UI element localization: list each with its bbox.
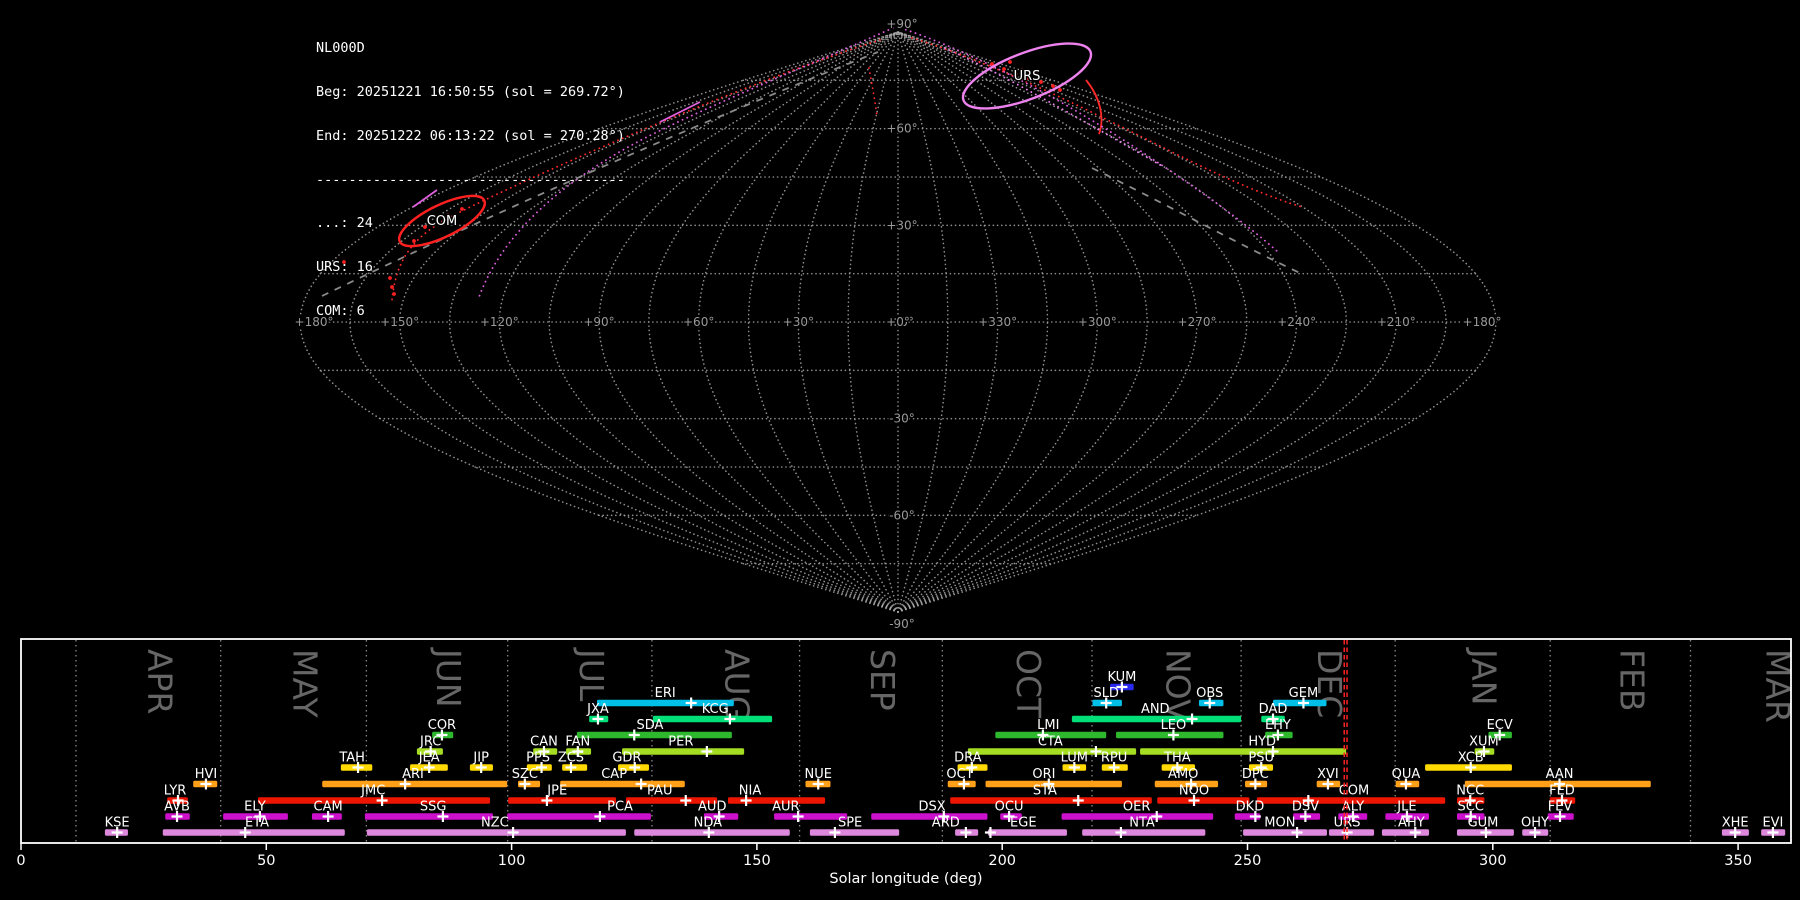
shower-peak-cross-ard [960, 827, 972, 838]
observation-info: NL000D Beg: 20251221 16:50:55 (sol = 269… [316, 12, 625, 348]
map-lon-label: +180° [1463, 315, 1502, 329]
shower-ellipse-label-urs: URS [1014, 69, 1041, 84]
shower-peak-cross-per [701, 746, 713, 757]
map-lon-label: +60° [683, 315, 714, 329]
separator-line: -------------------------------------- [316, 171, 625, 188]
x-tick-label: 150 [743, 853, 771, 869]
month-label: FEB [1612, 649, 1651, 711]
month-label: OCT [1009, 649, 1048, 719]
month-label: JUL [572, 647, 611, 702]
month-label: JUN [429, 647, 468, 708]
shower-label-nia: NIA [739, 784, 762, 799]
shower-peak-cross-eri [685, 697, 697, 709]
x-tick-label: 300 [1479, 853, 1507, 869]
shower-label-sda: SDA [636, 718, 663, 733]
meteor-dot [1051, 84, 1055, 88]
shower-peak-cross-pca [594, 811, 606, 822]
shower-label-ely: ELY [244, 800, 266, 815]
shower-peak-cross-nta [1115, 827, 1127, 838]
map-lon-label: +210° [1377, 315, 1416, 329]
activity-timeline: APR MAY JUN JUL AUG SEP OCT NOV DEC JAN FEB MAR0 50 1… [16, 638, 1797, 887]
shower-peak-cross-nzc [507, 827, 519, 838]
x-tick-label: 100 [498, 853, 526, 869]
screenshot-root: URS COM +90° +60° +30° +0° -30° -60° -90° +180° +1… [0, 0, 1800, 900]
shower-label-and: AND [1141, 702, 1170, 717]
shower-label-ard: ARD [932, 816, 960, 831]
x-tick-label: 350 [1724, 853, 1752, 869]
map-lat-label: +60° [886, 122, 917, 136]
meteor-dot [1002, 67, 1006, 71]
shower-label-aur: AUR [772, 800, 799, 815]
shower-peak-cross-pau [680, 795, 692, 806]
map-lon-label: +240° [1277, 315, 1316, 329]
shower-label-oct: OCT [946, 767, 973, 782]
month-label: JAN [1465, 647, 1504, 705]
shower-label-nta: NTA [1129, 816, 1155, 831]
meteor-dot [1058, 88, 1062, 92]
shower-peak-cross-ege [984, 827, 996, 838]
shower-label-ege: EGE [1010, 816, 1037, 831]
shower-label-pau: PAU [647, 784, 672, 799]
shower-label-gdr: GDR [612, 751, 641, 766]
shower-label-com: COM [1339, 784, 1370, 799]
map-lon-label: +300° [1078, 315, 1117, 329]
drift-arc-red-urs [1085, 79, 1103, 135]
map-lon-label: +0° [886, 315, 910, 329]
count-line-urs: URS: 16 [316, 259, 373, 276]
shower-label-oer: OER [1123, 800, 1150, 815]
end-line: End: 20251222 06:13:22 (sol = 270.28°) [316, 127, 625, 144]
month-label: APR [140, 649, 179, 714]
month-label: MAY [286, 649, 325, 718]
shower-peak-cross-sta [1072, 795, 1084, 806]
shower-label-sta: STA [1033, 784, 1057, 799]
shower-label-spe: SPE [838, 816, 862, 831]
plot-canvas: URSCOM+90°+60°+30°+0°-30°-60°-90°+180° +1… [16, 16, 1797, 887]
x-tick-label: 250 [1234, 853, 1262, 869]
count-line-sporadic: ...: 24 [316, 215, 373, 232]
shower-label-kcg: KCG [702, 702, 729, 717]
shower-label-cta: CTA [1038, 735, 1063, 750]
x-tick-label: 50 [257, 853, 275, 869]
shower-label-lmi: LMI [1037, 718, 1059, 733]
map-lon-label: +30° [783, 315, 814, 329]
shower-label-aud: AUD [698, 800, 726, 815]
shower-label-dkd: DKD [1236, 800, 1265, 815]
shower-label-eta: ETA [245, 816, 269, 831]
shower-label-per: PER [668, 735, 693, 750]
shower-peak-cross-cap [635, 778, 647, 790]
x-tick-label: 0 [16, 853, 25, 869]
shower-label-dsx: DSX [918, 800, 945, 815]
map-lat-label: +30° [886, 218, 917, 232]
count-line-com: COM: 6 [316, 302, 365, 319]
map-lat-label: -90° [889, 617, 915, 631]
map-lon-label: +270° [1178, 315, 1217, 329]
shower-label-amo: AMO [1168, 767, 1198, 782]
shower-label-ahy: AHY [1398, 816, 1425, 831]
x-axis-title: Solar longitude (deg) [829, 871, 982, 887]
station-id: NL000D [316, 40, 365, 57]
shower-label-lyr: LYR [164, 784, 187, 799]
x-tick-label: 200 [988, 853, 1016, 869]
shower-label-cap: CAP [601, 767, 627, 782]
shower-label-pca: PCA [607, 800, 633, 815]
month-label: SEP [863, 649, 902, 711]
month-label: DEC [1310, 649, 1349, 718]
shower-label-eri: ERI [655, 686, 676, 701]
shower-label-jpe: JPE [546, 784, 567, 799]
shower-label-gum: GUM [1468, 816, 1499, 831]
shower-label-tah: TAH [338, 751, 365, 766]
shower-label-nzc: NZC [481, 816, 509, 831]
galactic-dash-east [1091, 167, 1303, 275]
shower-label-mon: MON [1264, 816, 1295, 831]
map-lat-label: -30° [889, 412, 915, 426]
shower-label-pps: PPS [526, 751, 550, 766]
map-lon-label: +330° [978, 315, 1017, 329]
map-lat-label: +90° [886, 17, 917, 31]
begin-line: Beg: 20251221 16:50:55 (sol = 269.72°) [316, 83, 625, 100]
shower-label-ori: ORI [1032, 767, 1055, 782]
shower-label-dra: DRA [954, 751, 982, 766]
meteor-dot [1008, 60, 1012, 64]
drift-track-red-pole [868, 67, 878, 117]
map-lat-label: -60° [889, 508, 915, 522]
